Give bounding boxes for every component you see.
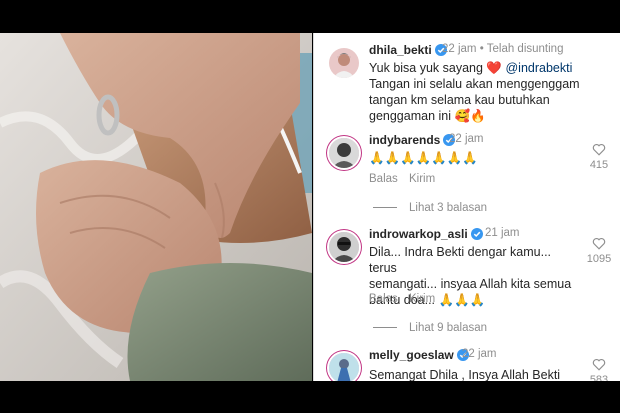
heart-icon[interactable] xyxy=(592,237,606,250)
like-count: 1095 xyxy=(586,253,612,265)
caption-line-4: genggaman ini 🥰🔥 xyxy=(369,109,486,123)
comment-username-text[interactable]: indybarends xyxy=(369,133,440,147)
comment-text: Dila... Indra Bekti dengar kamu... terus… xyxy=(369,244,579,308)
view-replies-label[interactable]: Lihat 3 balasan xyxy=(409,202,487,214)
replies-dash xyxy=(373,327,397,329)
view-replies-label[interactable]: Lihat 9 balasan xyxy=(409,322,487,334)
caption-line-1: Yuk bisa yuk sayang ❤️ xyxy=(369,61,502,75)
comment-username-text[interactable]: indrowarkop_asli xyxy=(369,227,468,241)
screenshot-frame: dhila_bekti 22 jam • Telah disunting Yuk… xyxy=(0,0,620,413)
comment-text-line-2: semangati... insyaa Allah kita semua xyxy=(369,277,572,291)
author-avatar[interactable] xyxy=(329,48,359,78)
comment-text: 🙏🙏🙏🙏🙏🙏🙏 xyxy=(369,150,478,165)
comment-username-text[interactable]: melly_goeslaw xyxy=(369,348,454,362)
comment-username[interactable]: indrowarkop_asli xyxy=(369,227,483,241)
comment-text-line-3: bantu doa... 🙏🙏🙏 xyxy=(369,293,486,307)
reply-button[interactable]: Balas xyxy=(369,173,398,185)
post-edited-label: • Telah disunting xyxy=(479,43,564,55)
caption-line-2: Tangan ini selalu akan menggenggam xyxy=(369,77,580,91)
send-button[interactable]: Kirim xyxy=(409,293,435,305)
heart-icon[interactable] xyxy=(592,143,606,156)
comment-time: 21 jam xyxy=(485,227,520,239)
reply-button[interactable]: Balas xyxy=(369,293,398,305)
panel-divider xyxy=(313,33,314,381)
post-caption: Yuk bisa yuk sayang ❤️ @indrabekti Tanga… xyxy=(369,60,609,124)
replies-dash xyxy=(373,207,397,209)
like-count: 415 xyxy=(589,159,609,171)
top-letterbox xyxy=(0,0,620,33)
comment-username[interactable]: indybarends xyxy=(369,133,456,147)
caption-mention-link[interactable]: @indrabekti xyxy=(505,61,572,75)
comment-avatar[interactable] xyxy=(329,232,359,262)
comment-text-line-1: Dila... Indra Bekti dengar kamu... terus xyxy=(369,245,552,275)
view-replies-button[interactable]: Lihat 9 balasan xyxy=(373,322,487,334)
post-photo xyxy=(0,33,312,381)
comment-username[interactable]: melly_goeslaw xyxy=(369,348,469,362)
view-replies-button[interactable]: Lihat 3 balasan xyxy=(373,202,487,214)
bottom-letterbox xyxy=(0,381,620,413)
comment-time: 22 jam xyxy=(449,133,484,145)
caption-line-3: tangan km selama kau butuhkan xyxy=(369,93,550,107)
comment-avatar[interactable] xyxy=(329,138,359,168)
comment-time: 22 jam xyxy=(462,348,497,360)
like-count: 583 xyxy=(589,374,609,381)
comment-text: Semangat Dhila , Insya Allah Bekti xyxy=(369,368,561,381)
comments-panel: dhila_bekti 22 jam • Telah disunting Yuk… xyxy=(313,33,620,381)
send-button[interactable]: Kirim xyxy=(409,173,435,185)
post-time: 22 jam • Telah disunting xyxy=(442,43,563,55)
heart-icon[interactable] xyxy=(592,358,606,371)
comment-avatar[interactable] xyxy=(329,353,359,381)
post-time-value: 22 jam xyxy=(442,43,477,55)
post-author-username[interactable]: dhila_bekti xyxy=(369,43,432,57)
verified-badge-icon xyxy=(470,228,483,240)
post-author-name[interactable]: dhila_bekti xyxy=(369,43,447,57)
